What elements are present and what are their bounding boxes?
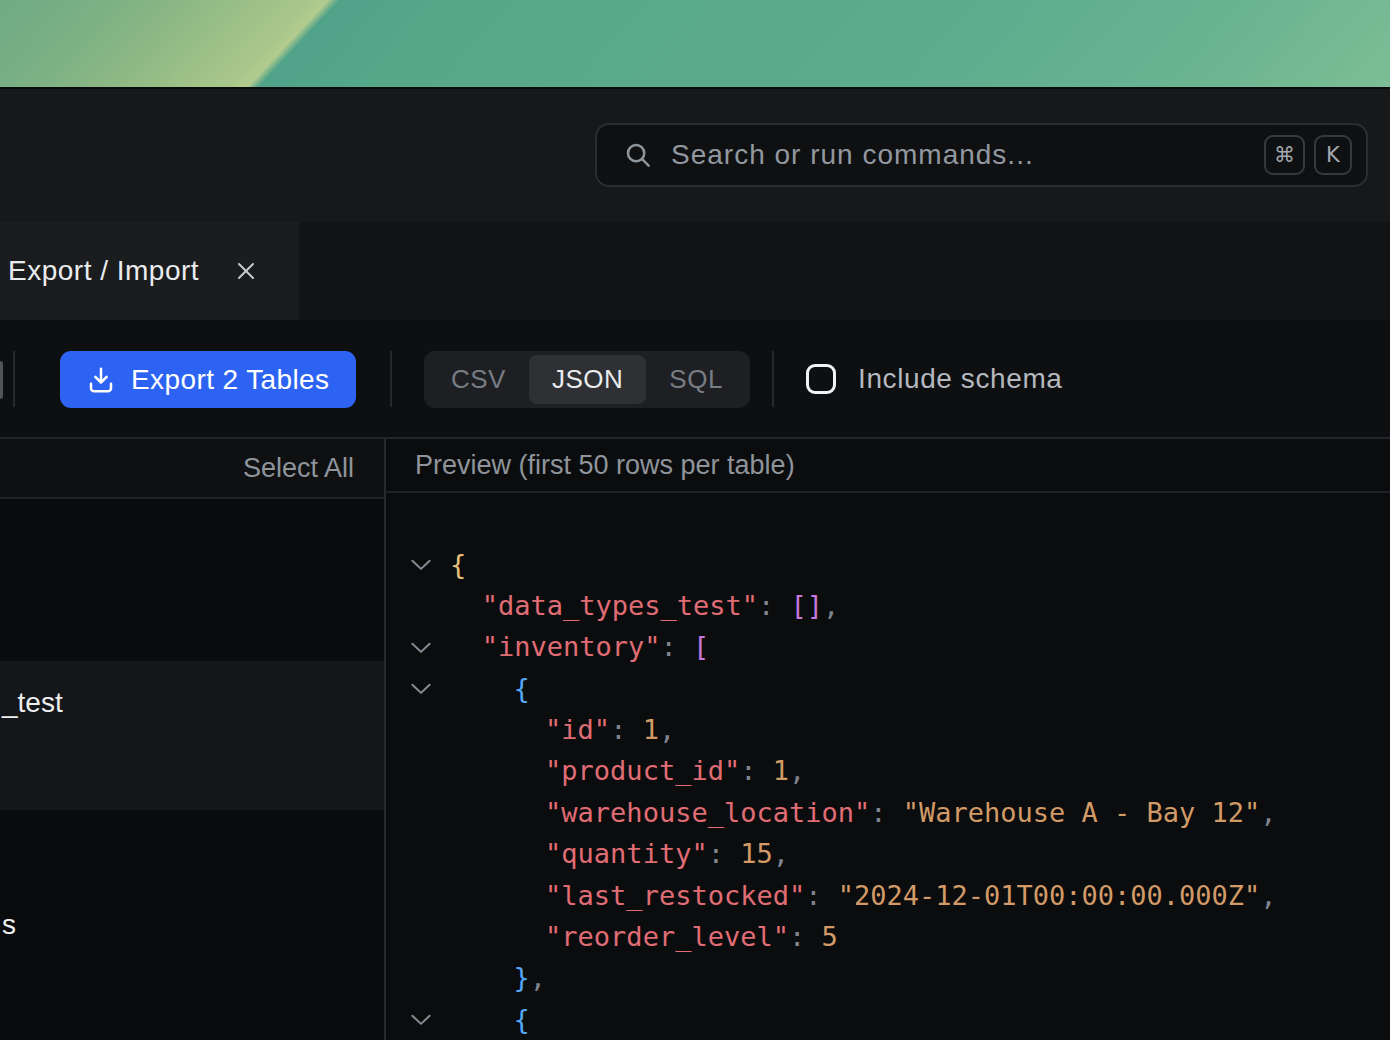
toolbar-divider xyxy=(772,351,774,407)
format-segmented-control: CSVJSONSQL xyxy=(424,351,750,408)
json-line: "inventory": [ xyxy=(386,626,1390,667)
chevron-down-icon[interactable] xyxy=(408,551,434,577)
tab-bar: Export / Import xyxy=(0,222,1390,320)
app-header: Search or run commands... ⌘K xyxy=(0,89,1390,222)
json-token: [] xyxy=(791,590,824,621)
json-token: { xyxy=(450,549,466,580)
select-all-button[interactable]: Select All xyxy=(0,439,384,499)
json-token: : xyxy=(661,631,694,662)
json-token: "2024-12-01T00:00:00.000Z" xyxy=(838,880,1261,911)
json-token: } xyxy=(513,962,529,993)
json-token: "warehouse_location" xyxy=(545,797,870,828)
search-placeholder: Search or run commands... xyxy=(671,139,1034,171)
download-icon xyxy=(86,365,116,395)
command-search-bar[interactable]: Search or run commands... ⌘K xyxy=(595,123,1368,187)
toolbar: Export 2 Tables CSVJSONSQL Include schem… xyxy=(0,320,1390,437)
chevron-down-icon[interactable] xyxy=(408,634,434,660)
json-token: : xyxy=(610,714,643,745)
json-line: "quantity": 15, xyxy=(386,833,1390,874)
tab-export-import[interactable]: Export / Import xyxy=(0,222,299,320)
json-line: { xyxy=(386,543,1390,584)
json-token: 15 xyxy=(740,838,773,869)
json-token: 5 xyxy=(821,921,837,952)
json-token: 1 xyxy=(643,714,659,745)
toolbar-divider xyxy=(390,351,392,407)
export-button-label: Export 2 Tables xyxy=(131,364,330,396)
chevron-down-icon[interactable] xyxy=(408,1006,434,1032)
json-token: "quantity" xyxy=(545,838,708,869)
json-tree: {"data_types_test": [],"inventory": [{"i… xyxy=(386,543,1390,1040)
export-main-area: Select All _tests Preview (first 50 rows… xyxy=(0,437,1390,1040)
json-token: : xyxy=(708,838,741,869)
search-icon xyxy=(623,140,653,170)
format-option-csv[interactable]: CSV xyxy=(428,355,529,404)
include-schema-control[interactable]: Include schema xyxy=(806,320,1063,437)
json-line: { xyxy=(386,999,1390,1040)
json-token: { xyxy=(513,673,529,704)
json-line: "warehouse_location": "Warehouse A - Bay… xyxy=(386,792,1390,833)
json-token: : xyxy=(758,590,791,621)
json-token: , xyxy=(773,838,789,869)
shortcut-badges: ⌘K xyxy=(1264,135,1352,175)
json-token: "last_restocked" xyxy=(545,880,805,911)
tab-close-icon[interactable] xyxy=(233,258,259,284)
tab-label: Export / Import xyxy=(8,255,199,287)
table-row-label: _test xyxy=(2,687,63,719)
json-token: "product_id" xyxy=(545,755,740,786)
json-token: : xyxy=(789,921,822,952)
table-row-label: s xyxy=(2,909,16,941)
shortcut-badge-cmd: ⌘ xyxy=(1264,135,1305,175)
table-row[interactable]: _test xyxy=(0,661,384,809)
json-token: , xyxy=(530,962,546,993)
table-row[interactable]: s xyxy=(0,810,384,1040)
include-schema-label: Include schema xyxy=(858,363,1063,395)
json-token: : xyxy=(740,755,773,786)
json-token: { xyxy=(513,1004,529,1035)
json-token: : xyxy=(870,797,903,828)
json-token: "inventory" xyxy=(482,631,661,662)
json-line: "id": 1, xyxy=(386,709,1390,750)
format-option-sql[interactable]: SQL xyxy=(646,355,746,404)
json-token: : xyxy=(805,880,838,911)
format-option-json[interactable]: JSON xyxy=(529,355,646,404)
json-token: , xyxy=(1260,797,1276,828)
json-token: , xyxy=(789,755,805,786)
json-line: }, xyxy=(386,957,1390,998)
json-line: "product_id": 1, xyxy=(386,750,1390,791)
json-token: "id" xyxy=(545,714,610,745)
shortcut-badge-k: K xyxy=(1314,135,1352,175)
json-token: 1 xyxy=(773,755,789,786)
json-line: "data_types_test": [], xyxy=(386,585,1390,626)
json-token: "reorder_level" xyxy=(545,921,789,952)
toolbar-edge-sliver xyxy=(0,361,3,399)
export-tables-button[interactable]: Export 2 Tables xyxy=(60,351,356,408)
json-token: , xyxy=(659,714,675,745)
json-token: [ xyxy=(693,631,709,662)
json-token: "Warehouse A - Bay 12" xyxy=(903,797,1261,828)
toolbar-divider xyxy=(13,351,15,407)
preview-panel: Preview (first 50 rows per table) { "data… xyxy=(386,439,1390,1040)
include-schema-checkbox[interactable] xyxy=(806,364,836,394)
json-line: { xyxy=(386,667,1390,708)
json-line: "last_restocked": "2024-12-01T00:00:00.0… xyxy=(386,874,1390,915)
preview-header-label: Preview (first 50 rows per table) xyxy=(415,450,795,481)
preview-header: Preview (first 50 rows per table) xyxy=(386,439,1390,493)
chevron-down-icon[interactable] xyxy=(408,675,434,701)
json-token: , xyxy=(1260,880,1276,911)
desktop-wallpaper-banner xyxy=(0,0,1390,89)
json-token: , xyxy=(823,590,839,621)
json-token: "data_types_test" xyxy=(482,590,758,621)
json-line: "reorder_level": 5 xyxy=(386,916,1390,957)
select-all-label: Select All xyxy=(243,453,354,484)
table-list-panel: Select All _tests xyxy=(0,439,384,1040)
table-row[interactable] xyxy=(0,499,384,661)
